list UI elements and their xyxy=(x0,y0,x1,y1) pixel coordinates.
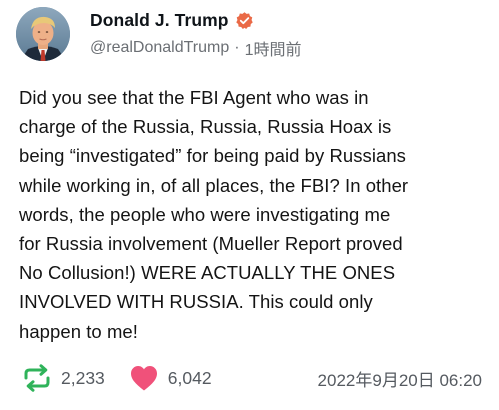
repost-count: 2,233 xyxy=(61,367,105,388)
post-card: Donald J. Trump @realDonaldTrump · 1時間前 … xyxy=(0,0,499,410)
post-timestamp[interactable]: 2022年9月20日 06:20 xyxy=(318,366,482,391)
repost-icon xyxy=(22,364,52,392)
like-count: 6,042 xyxy=(167,367,212,388)
relative-time[interactable]: 1時間前 xyxy=(245,36,302,60)
verified-badge-icon xyxy=(235,11,254,30)
author-info: Donald J. Trump @realDonaldTrump · 1時間前 xyxy=(90,8,302,60)
repost-button[interactable]: 2,233 xyxy=(22,364,105,392)
separator-dot: · xyxy=(234,39,240,56)
author-handle[interactable]: @realDonaldTrump xyxy=(90,39,229,57)
post-actions-bar: 2,233 6,042 2022年9月20日 06:20 xyxy=(22,362,482,394)
name-row: Donald J. Trump xyxy=(90,8,302,32)
handle-row: @realDonaldTrump · 1時間前 xyxy=(90,36,302,60)
post-text: Did you see that the FBI Agent who was i… xyxy=(19,87,409,342)
avatar[interactable] xyxy=(16,7,70,61)
like-button[interactable]: 6,042 xyxy=(129,364,212,392)
author-display-name[interactable]: Donald J. Trump xyxy=(90,10,229,31)
heart-icon xyxy=(129,364,159,392)
post-header: Donald J. Trump @realDonaldTrump · 1時間前 xyxy=(16,6,302,62)
